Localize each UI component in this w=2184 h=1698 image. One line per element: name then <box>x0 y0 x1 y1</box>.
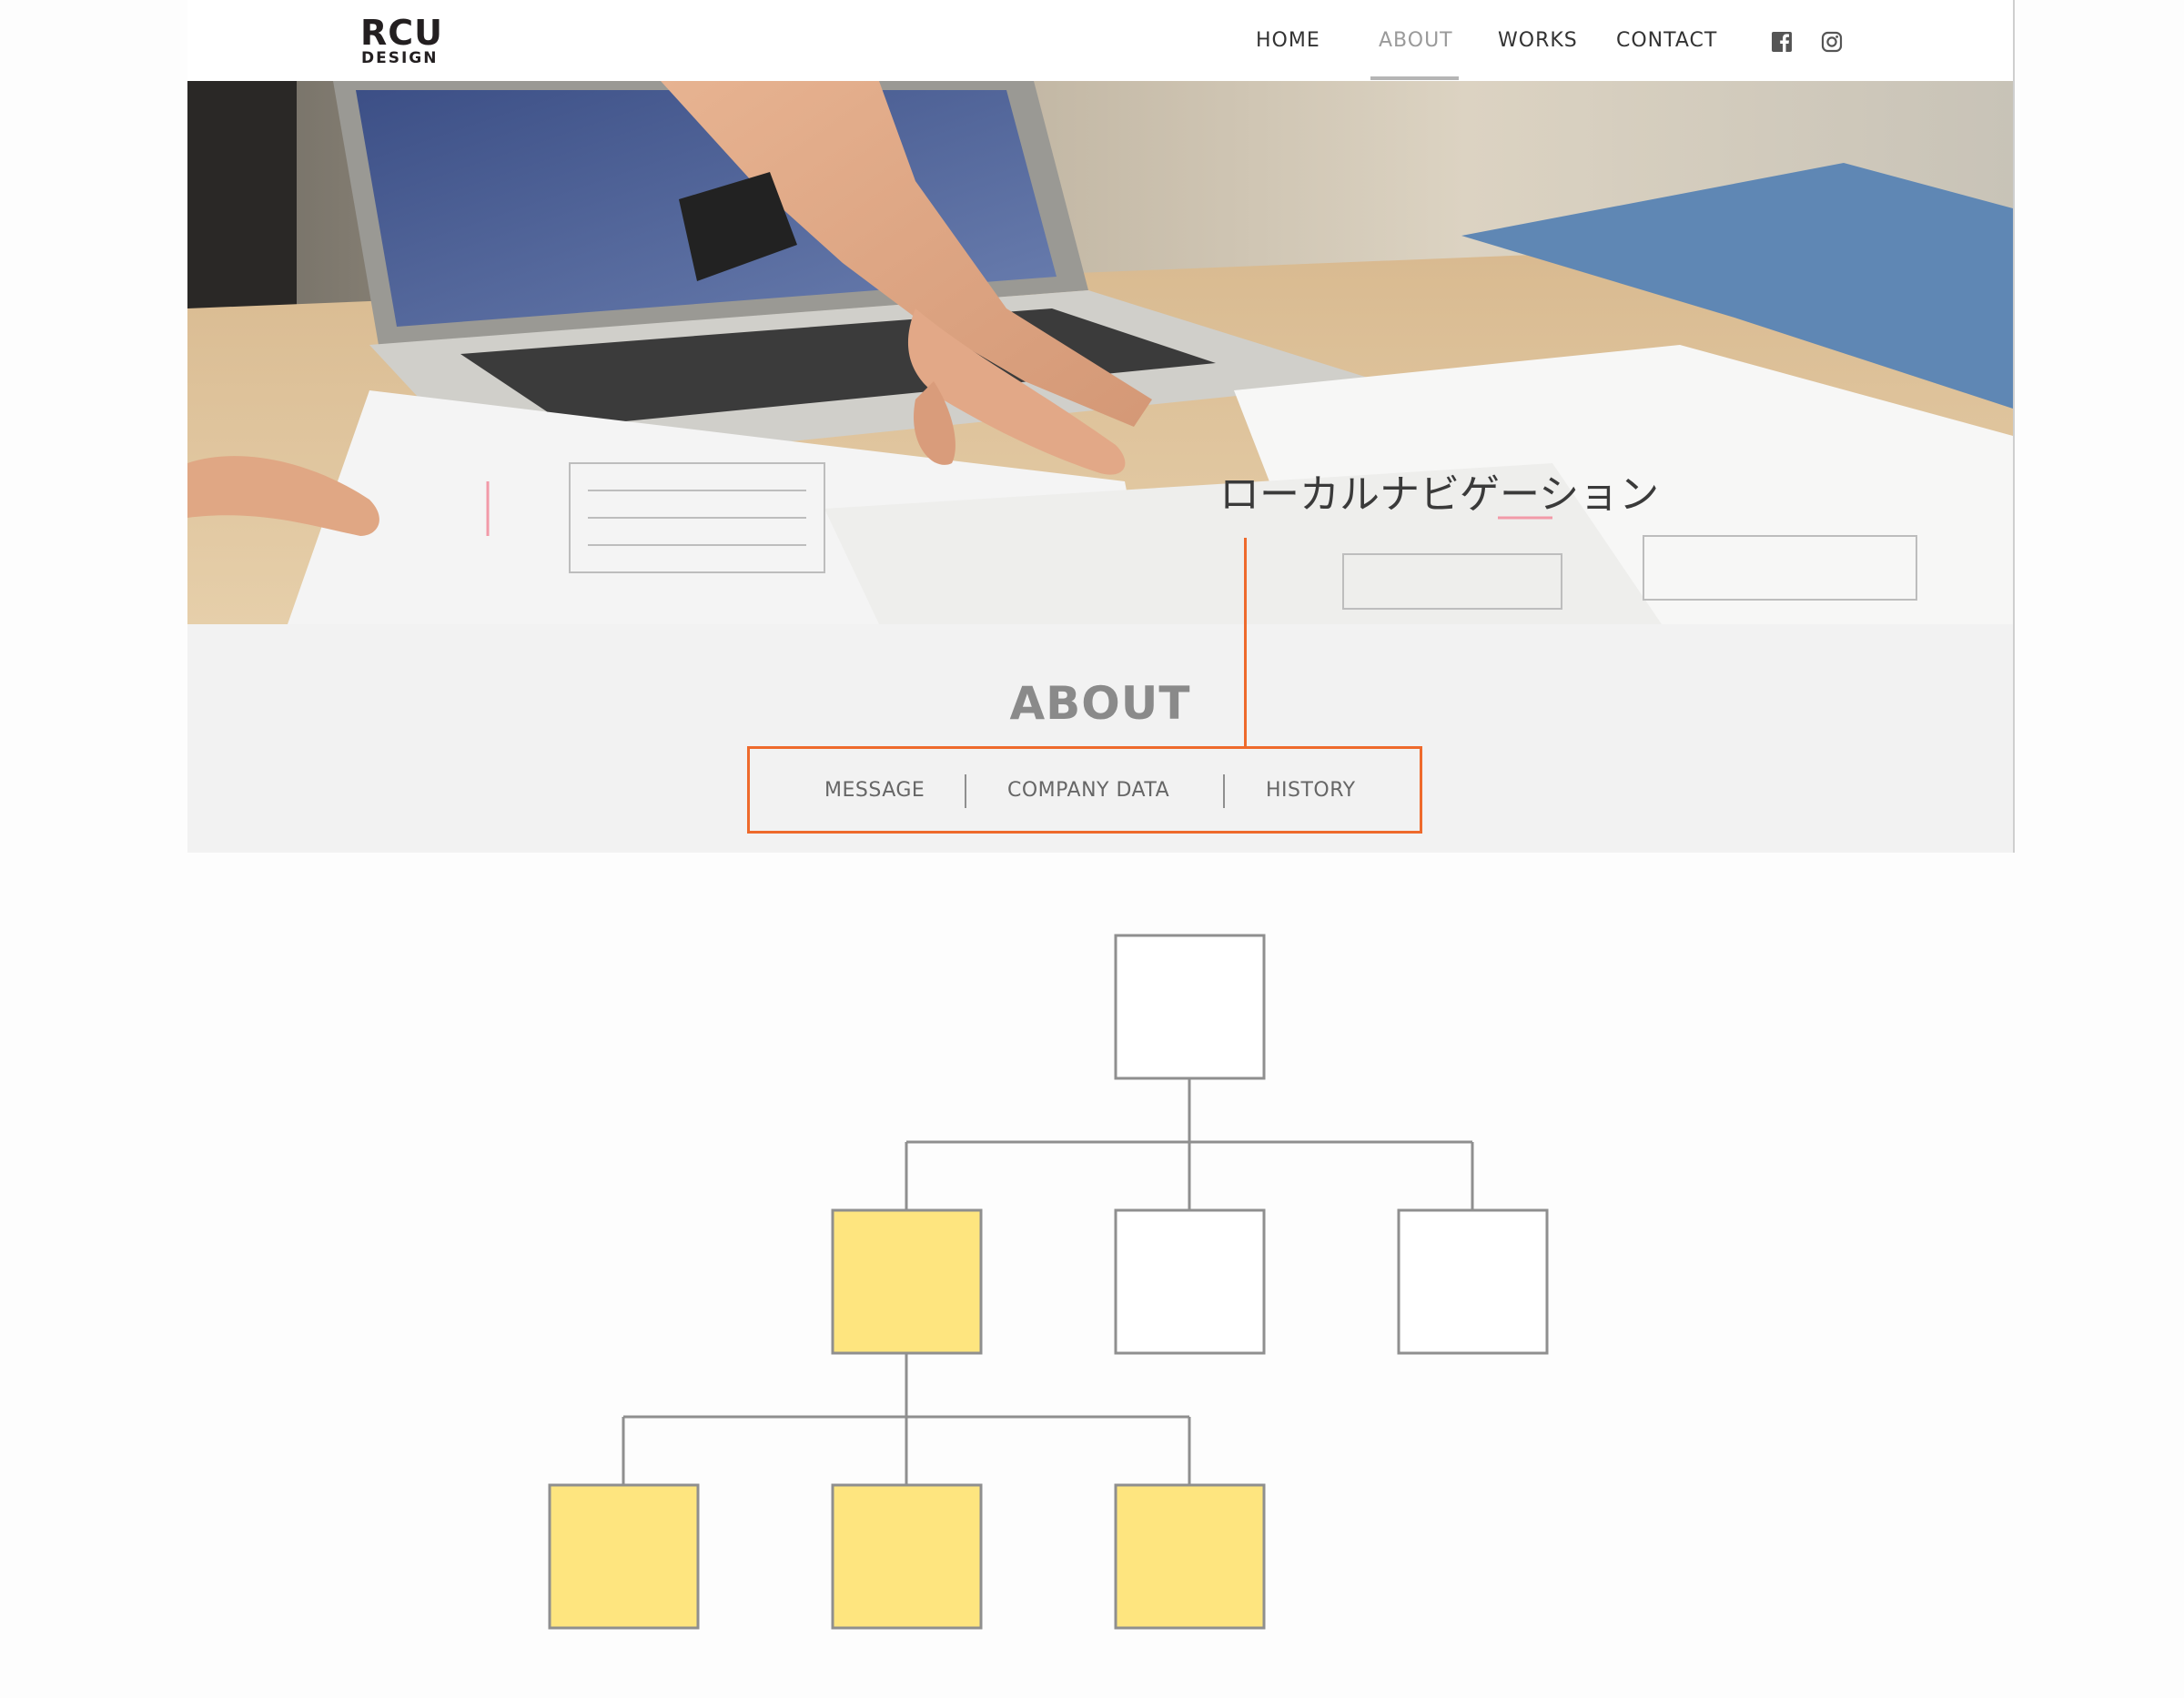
tree-node-root <box>1114 934 1266 1080</box>
about-heading: ABOUT <box>1009 677 1191 730</box>
local-nav-highlight-box: MESSAGE COMPANY DATA HISTORY <box>747 746 1422 834</box>
logo-sub-text: DESIGN <box>361 49 439 67</box>
nav-item-home[interactable]: HOME <box>1256 29 1320 52</box>
local-nav-separator <box>965 774 966 808</box>
tree-node-level2-2 <box>1114 1208 1266 1355</box>
local-nav-item-history[interactable]: HISTORY <box>1266 779 1356 802</box>
site-logo[interactable]: RCU DESIGN <box>360 15 460 69</box>
website-mockup: RCU DESIGN HOME ABOUT WORKS CONTACT ABOU… <box>187 0 2015 853</box>
facebook-icon[interactable] <box>1771 31 1793 53</box>
local-nav-separator <box>1223 774 1225 808</box>
tree-node-level2-3 <box>1397 1208 1549 1355</box>
tree-node-level3-2 <box>831 1483 983 1630</box>
nav-active-underline <box>1370 76 1459 80</box>
local-nav-item-message[interactable]: MESSAGE <box>824 779 925 802</box>
hero-photo-illustration <box>187 81 2013 624</box>
tree-nodes <box>548 934 1549 1630</box>
nav-item-contact[interactable]: CONTACT <box>1616 29 1717 52</box>
nav-item-works[interactable]: WORKS <box>1498 29 1578 52</box>
annotation-leader-line <box>1244 538 1247 747</box>
about-section: ABOUT MESSAGE COMPANY DATA HISTORY <box>187 624 2013 853</box>
hero-image <box>187 81 2013 624</box>
logo-main-text: RCU <box>360 13 444 53</box>
site-header: RCU DESIGN HOME ABOUT WORKS CONTACT <box>187 0 2013 82</box>
annotation-label: ローカルナビゲーション <box>1219 471 1660 518</box>
tree-node-level3-3 <box>1114 1483 1266 1630</box>
instagram-icon[interactable] <box>1821 31 1843 53</box>
tree-node-level2-1 <box>831 1208 983 1355</box>
diagram-stage: RCU DESIGN HOME ABOUT WORKS CONTACT ABOU… <box>0 0 2184 1698</box>
local-nav-item-company-data[interactable]: COMPANY DATA <box>1007 779 1169 802</box>
tree-node-level3-1 <box>548 1483 700 1630</box>
tree-connectors <box>622 1078 1474 1485</box>
nav-item-about[interactable]: ABOUT <box>1379 29 1453 52</box>
